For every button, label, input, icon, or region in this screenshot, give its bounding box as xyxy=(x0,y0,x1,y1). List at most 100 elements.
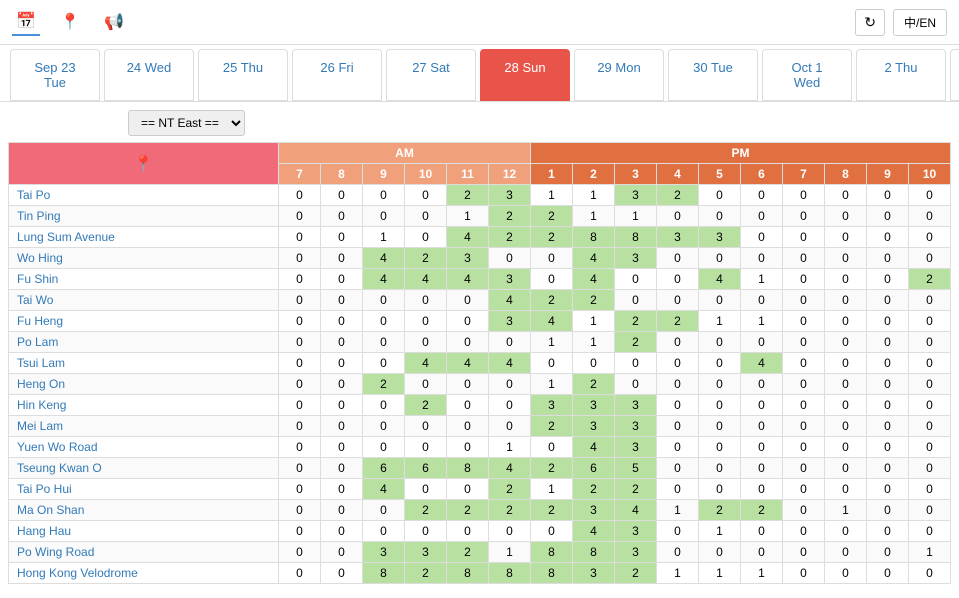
cell-14-7: 2 xyxy=(573,479,615,500)
table-row: Yuen Wo Road0000010430000000 xyxy=(9,437,951,458)
table-row: Wo Hing0042300430000000 xyxy=(9,248,951,269)
date-tab-4[interactable]: 27 Sat xyxy=(386,49,476,101)
date-tab-2[interactable]: 25 Thu xyxy=(198,49,288,101)
cell-12-8: 3 xyxy=(615,437,657,458)
cell-11-13: 0 xyxy=(825,416,867,437)
row-name[interactable]: Fu Shin xyxy=(17,272,58,286)
cell-18-13: 0 xyxy=(825,563,867,584)
cell-11-15: 0 xyxy=(909,416,951,437)
date-tab-3[interactable]: 26 Fri xyxy=(292,49,382,101)
date-tab-7[interactable]: 30 Tue xyxy=(668,49,758,101)
row-name[interactable]: Mei Lam xyxy=(17,419,63,433)
megaphone-icon[interactable]: 📢 xyxy=(100,8,128,36)
row-name[interactable]: Hang Hau xyxy=(17,524,71,538)
row-name[interactable]: Lung Sum Avenue xyxy=(17,230,115,244)
cell-9-10: 0 xyxy=(699,374,741,395)
cell-2-6: 2 xyxy=(531,227,573,248)
location-icon[interactable]: 📍 xyxy=(56,8,84,36)
cell-6-1: 0 xyxy=(321,311,363,332)
cell-3-2: 4 xyxy=(363,248,405,269)
cell-7-2: 0 xyxy=(363,332,405,353)
row-name[interactable]: Tin Ping xyxy=(17,209,61,223)
cell-10-8: 3 xyxy=(615,395,657,416)
cell-2-14: 0 xyxy=(867,227,909,248)
row-name[interactable]: Hin Keng xyxy=(17,398,66,412)
row-name[interactable]: Wo Hing xyxy=(17,251,63,265)
pin-icon: 📍 xyxy=(134,156,154,173)
row-name[interactable]: Ma On Shan xyxy=(17,503,84,517)
row-name[interactable]: Tsui Lam xyxy=(17,356,65,370)
table-row: Tseung Kwan O0066842650000000 xyxy=(9,458,951,479)
date-tab-1[interactable]: 24 Wed xyxy=(104,49,194,101)
cell-5-12: 0 xyxy=(783,290,825,311)
cell-18-2: 8 xyxy=(363,563,405,584)
cell-1-12: 0 xyxy=(783,206,825,227)
cell-11-6: 2 xyxy=(531,416,573,437)
cell-7-8: 2 xyxy=(615,332,657,353)
cell-16-0: 0 xyxy=(279,521,321,542)
cell-13-4: 8 xyxy=(447,458,489,479)
cell-12-12: 0 xyxy=(783,437,825,458)
date-tab-9[interactable]: 2 Thu xyxy=(856,49,946,101)
row-name[interactable]: Po Lam xyxy=(17,335,58,349)
cell-3-14: 0 xyxy=(867,248,909,269)
cell-5-7: 2 xyxy=(573,290,615,311)
cell-3-3: 2 xyxy=(405,248,447,269)
cell-17-14: 0 xyxy=(867,542,909,563)
cell-18-1: 0 xyxy=(321,563,363,584)
row-name-cell: Tai Po Hui xyxy=(9,479,279,500)
cell-12-5: 1 xyxy=(489,437,531,458)
cell-7-12: 0 xyxy=(783,332,825,353)
cell-4-13: 0 xyxy=(825,269,867,290)
table-row: Hang Hau0000000430100000 xyxy=(9,521,951,542)
cell-15-12: 0 xyxy=(783,500,825,521)
lang-button[interactable]: 中/EN xyxy=(893,9,947,36)
calendar-icon[interactable]: 📅 xyxy=(12,8,40,36)
cell-4-6: 0 xyxy=(531,269,573,290)
cell-7-0: 0 xyxy=(279,332,321,353)
date-tab-5[interactable]: 28 Sun xyxy=(480,49,570,101)
date-tab-10[interactable]: 3 Fri xyxy=(950,49,959,101)
cell-17-6: 8 xyxy=(531,542,573,563)
cell-15-3: 2 xyxy=(405,500,447,521)
pm-hour-1: 1 xyxy=(531,164,573,185)
cell-13-3: 6 xyxy=(405,458,447,479)
row-name[interactable]: Yuen Wo Road xyxy=(17,440,98,454)
date-tabs: Sep 23 Tue24 Wed25 Thu26 Fri27 Sat28 Sun… xyxy=(0,45,959,102)
row-name[interactable]: Tai Wo xyxy=(17,293,53,307)
cell-3-7: 4 xyxy=(573,248,615,269)
cell-10-12: 0 xyxy=(783,395,825,416)
cell-0-12: 0 xyxy=(783,185,825,206)
date-tab-8[interactable]: Oct 1 Wed xyxy=(762,49,852,101)
row-name[interactable]: Tseung Kwan O xyxy=(17,461,102,475)
row-name[interactable]: Fu Heng xyxy=(17,314,63,328)
cell-12-13: 0 xyxy=(825,437,867,458)
cell-0-1: 0 xyxy=(321,185,363,206)
date-tab-6[interactable]: 29 Mon xyxy=(574,49,664,101)
row-name[interactable]: Hong Kong Velodrome xyxy=(17,566,138,580)
row-name[interactable]: Po Wing Road xyxy=(17,545,94,559)
row-name[interactable]: Tai Po xyxy=(17,188,50,202)
am-hour-12: 12 xyxy=(489,164,531,185)
date-tab-0[interactable]: Sep 23 Tue xyxy=(10,49,100,101)
cell-11-14: 0 xyxy=(867,416,909,437)
cell-11-10: 0 xyxy=(699,416,741,437)
row-name[interactable]: Tai Po Hui xyxy=(17,482,72,496)
cell-14-0: 0 xyxy=(279,479,321,500)
cell-17-2: 3 xyxy=(363,542,405,563)
region-select[interactable]: == NT East == xyxy=(128,110,245,136)
cell-6-2: 0 xyxy=(363,311,405,332)
row-name[interactable]: Heng On xyxy=(17,377,65,391)
cell-9-12: 0 xyxy=(783,374,825,395)
refresh-button[interactable]: ↻ xyxy=(855,9,885,36)
cell-14-6: 1 xyxy=(531,479,573,500)
cell-13-0: 0 xyxy=(279,458,321,479)
cell-1-7: 1 xyxy=(573,206,615,227)
table-row: Tin Ping0000122110000000 xyxy=(9,206,951,227)
cell-1-15: 0 xyxy=(909,206,951,227)
am-header: AM xyxy=(279,143,531,164)
cell-13-1: 0 xyxy=(321,458,363,479)
row-name-cell: Hong Kong Velodrome xyxy=(9,563,279,584)
cell-7-9: 0 xyxy=(657,332,699,353)
cell-16-9: 0 xyxy=(657,521,699,542)
